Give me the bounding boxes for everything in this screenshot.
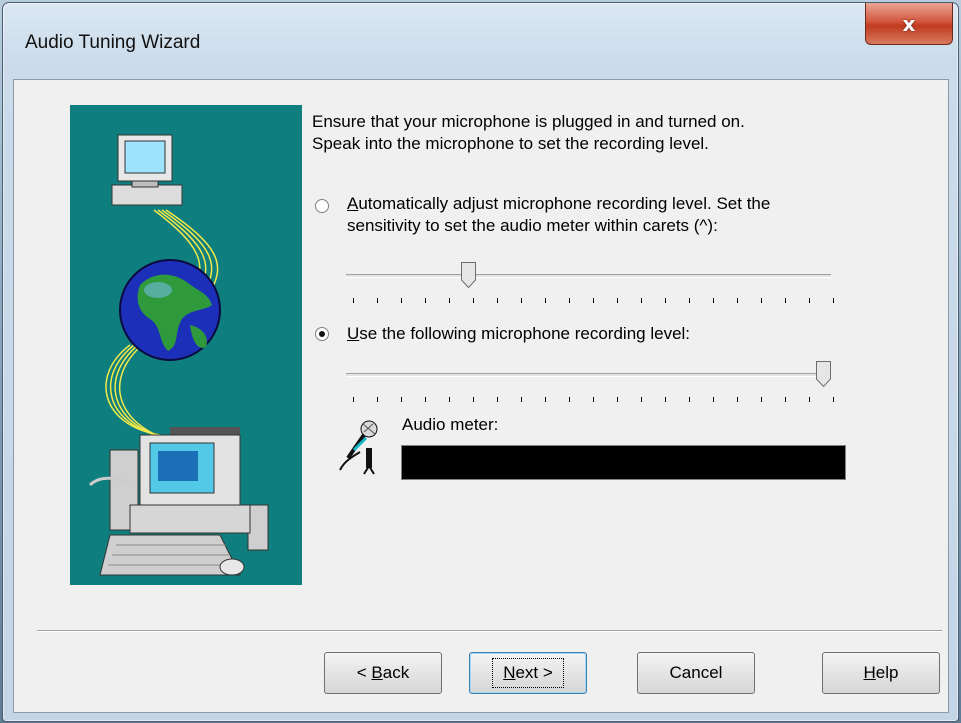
sensitivity-slider-ticks	[346, 298, 836, 304]
button-separator	[37, 630, 942, 632]
close-button[interactable]: x	[865, 3, 953, 45]
next-button-text: ext >	[515, 663, 553, 682]
help-button-accelerator: H	[863, 663, 876, 682]
audio-meter-label: Audio meter:	[402, 415, 499, 434]
manual-level-label[interactable]: Use the following microphone recording l…	[347, 323, 690, 345]
manual-level-accelerator: U	[347, 324, 360, 343]
sensitivity-slider-thumb[interactable]	[461, 262, 476, 289]
auto-adjust-label-line-2: sensitivity to set the audio meter withi…	[347, 216, 718, 235]
recording-level-slider-ticks	[346, 397, 836, 403]
cancel-button[interactable]: Cancel	[637, 652, 755, 694]
recording-level-slider[interactable]	[346, 361, 836, 403]
instructions-line-2: Speak into the microphone to set the rec…	[312, 134, 709, 153]
sensitivity-slider[interactable]	[346, 262, 836, 304]
audio-tuning-wizard-window: Audio Tuning Wizard x Ensure that your m…	[2, 2, 959, 722]
help-button-label: Help	[854, 659, 909, 687]
back-button-label: < Back	[347, 659, 419, 687]
help-button-text: elp	[875, 663, 899, 682]
recording-level-slider-thumb[interactable]	[816, 361, 831, 388]
recording-level-slider-track	[346, 373, 831, 377]
back-button-prefix: <	[356, 663, 372, 682]
instructions-text: Ensure that your microphone is plugged i…	[312, 111, 872, 155]
back-button-text: ack	[382, 663, 410, 682]
auto-adjust-accelerator: A	[347, 194, 359, 213]
microphone-icon	[336, 418, 380, 476]
auto-adjust-label-text: utomatically adjust microphone recording…	[358, 194, 771, 213]
instructions-line-1: Ensure that your microphone is plugged i…	[312, 112, 745, 131]
network-illustration	[70, 105, 302, 585]
back-button-accelerator: B	[371, 663, 383, 682]
next-button-label: Next >	[492, 658, 564, 688]
wizard-client-area: Ensure that your microphone is plugged i…	[13, 79, 949, 713]
manual-level-radio[interactable]	[315, 327, 329, 341]
next-button-accelerator: N	[503, 663, 516, 682]
audio-meter	[401, 445, 846, 480]
back-button[interactable]: < Back	[324, 652, 442, 694]
auto-adjust-label[interactable]: Automatically adjust microphone recordin…	[347, 193, 877, 237]
window-title: Audio Tuning Wizard	[25, 32, 201, 53]
close-icon: x	[902, 11, 916, 36]
cancel-button-label: Cancel	[669, 663, 723, 682]
auto-adjust-radio[interactable]	[315, 199, 329, 213]
next-button[interactable]: Next >	[469, 652, 587, 694]
title-bar[interactable]: Audio Tuning Wizard x	[3, 3, 958, 79]
help-button[interactable]: Help	[822, 652, 940, 694]
manual-level-label-text: se the following microphone recording le…	[359, 324, 691, 343]
sensitivity-slider-track	[346, 274, 831, 278]
